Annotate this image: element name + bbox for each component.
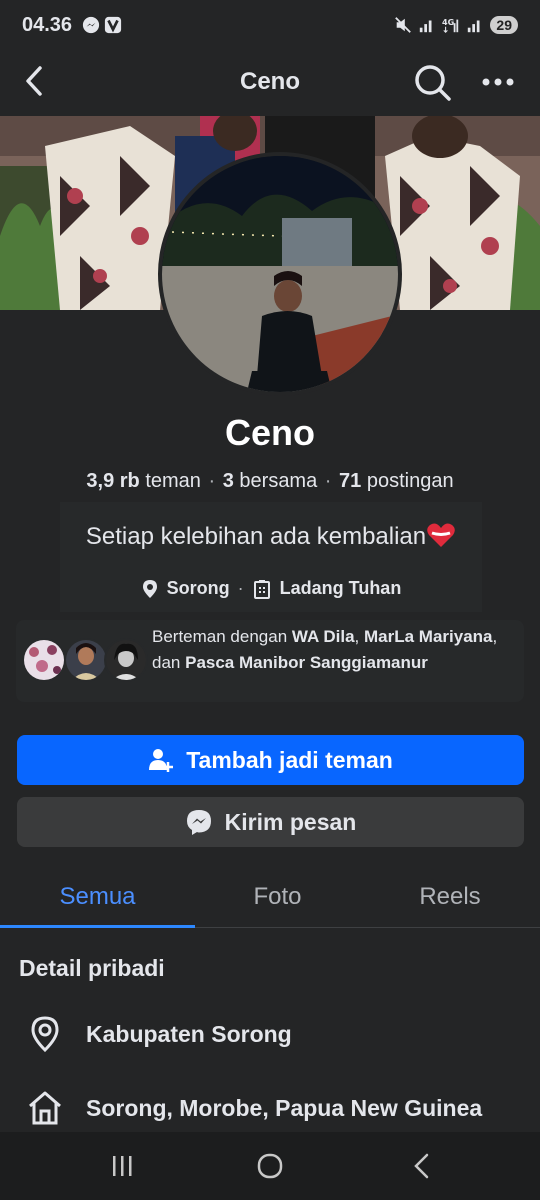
intro-workplace: Ladang Tuhan <box>279 578 402 598</box>
mutual-friend-name[interactable]: MarLa Mariyana <box>364 627 493 646</box>
detail-row-hometown[interactable]: Sorong, Morobe, Papua New Guinea <box>0 1083 540 1133</box>
add-friend-label: Tambah jadi teman <box>186 746 393 773</box>
friends-count: 3,9 rb <box>86 470 140 492</box>
heart-emoji-icon <box>427 523 455 547</box>
mute-icon <box>395 17 412 33</box>
tab-all[interactable]: Semua <box>0 866 195 928</box>
active-tab-indicator <box>0 925 195 928</box>
mutual-prefix: Berteman dengan <box>152 627 288 646</box>
messenger-icon <box>186 810 211 835</box>
detail-hometown-text: Sorong, Morobe, Papua New Guinea <box>86 1094 483 1121</box>
status-time: 04.36 <box>22 13 73 36</box>
home-button-icon[interactable] <box>252 1150 288 1182</box>
posts-label: postingan <box>366 470 454 492</box>
avatar <box>162 156 398 392</box>
intro-card: Setiap kelebihan ada kembalian Sorong · … <box>60 502 482 612</box>
mutual-friends-card[interactable]: Berteman dengan WA Dila, MarLa Mariyana,… <box>16 620 524 702</box>
add-friend-button[interactable]: Tambah jadi teman <box>17 735 524 785</box>
tab-reels[interactable]: Reels <box>355 866 540 928</box>
home-icon <box>29 1091 61 1125</box>
profile-header: Ceno <box>0 50 540 114</box>
battery-level: 29 <box>490 16 518 34</box>
workplace-building-icon <box>253 579 270 599</box>
posts-count: 71 <box>339 470 362 492</box>
intro-details-row: Sorong · Ladang Tuhan <box>60 578 482 599</box>
messenger-notification-icon <box>82 16 100 34</box>
mutual-avatar <box>104 638 148 682</box>
search-icon[interactable] <box>412 62 452 102</box>
bio-text: Setiap kelebihan ada kembalian <box>85 523 427 550</box>
mutual-count: 3 <box>222 470 234 492</box>
mutual-friend-name[interactable]: Pasca Manibor Sanggiamanur <box>185 653 428 672</box>
svg-text:4G: 4G <box>442 17 455 27</box>
profile-tabs: Semua Foto Reels <box>0 866 540 928</box>
friends-label: teman <box>145 470 201 492</box>
mutual-avatar <box>64 638 108 682</box>
mutual-friends-text: Berteman dengan WA Dila, MarLa Mariyana,… <box>152 627 498 672</box>
send-message-label: Kirim pesan <box>224 808 357 835</box>
status-bar: 04.36 4G 29 <box>0 0 540 50</box>
signal-icon-2 <box>468 20 480 33</box>
mutual-connector: dan <box>152 653 181 672</box>
back-nav-icon[interactable] <box>404 1150 440 1182</box>
signal-icon <box>420 20 432 33</box>
detail-city-text: Kabupaten Sorong <box>86 1020 292 1047</box>
4g-signal-icon: 4G <box>442 17 459 33</box>
system-navigation-bar <box>0 1132 540 1200</box>
page-title: Ceno <box>240 68 300 95</box>
profile-picture[interactable] <box>158 152 402 396</box>
bio-text-row: Setiap kelebihan ada kembalian <box>60 522 482 551</box>
mutual-avatar <box>22 638 66 682</box>
profile-stats: 3,9 rb teman · 3 bersama · 71 postingan <box>86 470 454 492</box>
mutual-friend-name[interactable]: WA Dila <box>292 627 355 646</box>
more-options-icon[interactable] <box>478 66 518 98</box>
detail-row-city[interactable]: Kabupaten Sorong <box>0 1009 540 1059</box>
profile-name: Ceno <box>225 412 315 453</box>
mutual-label: bersama <box>239 470 318 492</box>
v-app-notification-icon <box>104 16 122 34</box>
location-pin-icon <box>142 579 157 598</box>
tab-photos[interactable]: Foto <box>180 866 375 928</box>
personal-details-title: Detail pribadi <box>19 955 165 981</box>
mutual-friends-avatars <box>22 638 162 686</box>
add-friend-icon <box>149 749 174 772</box>
recent-apps-icon[interactable] <box>104 1150 140 1182</box>
send-message-button[interactable]: Kirim pesan <box>17 797 524 847</box>
intro-location: Sorong <box>166 578 230 598</box>
location-pin-icon <box>31 1016 59 1053</box>
